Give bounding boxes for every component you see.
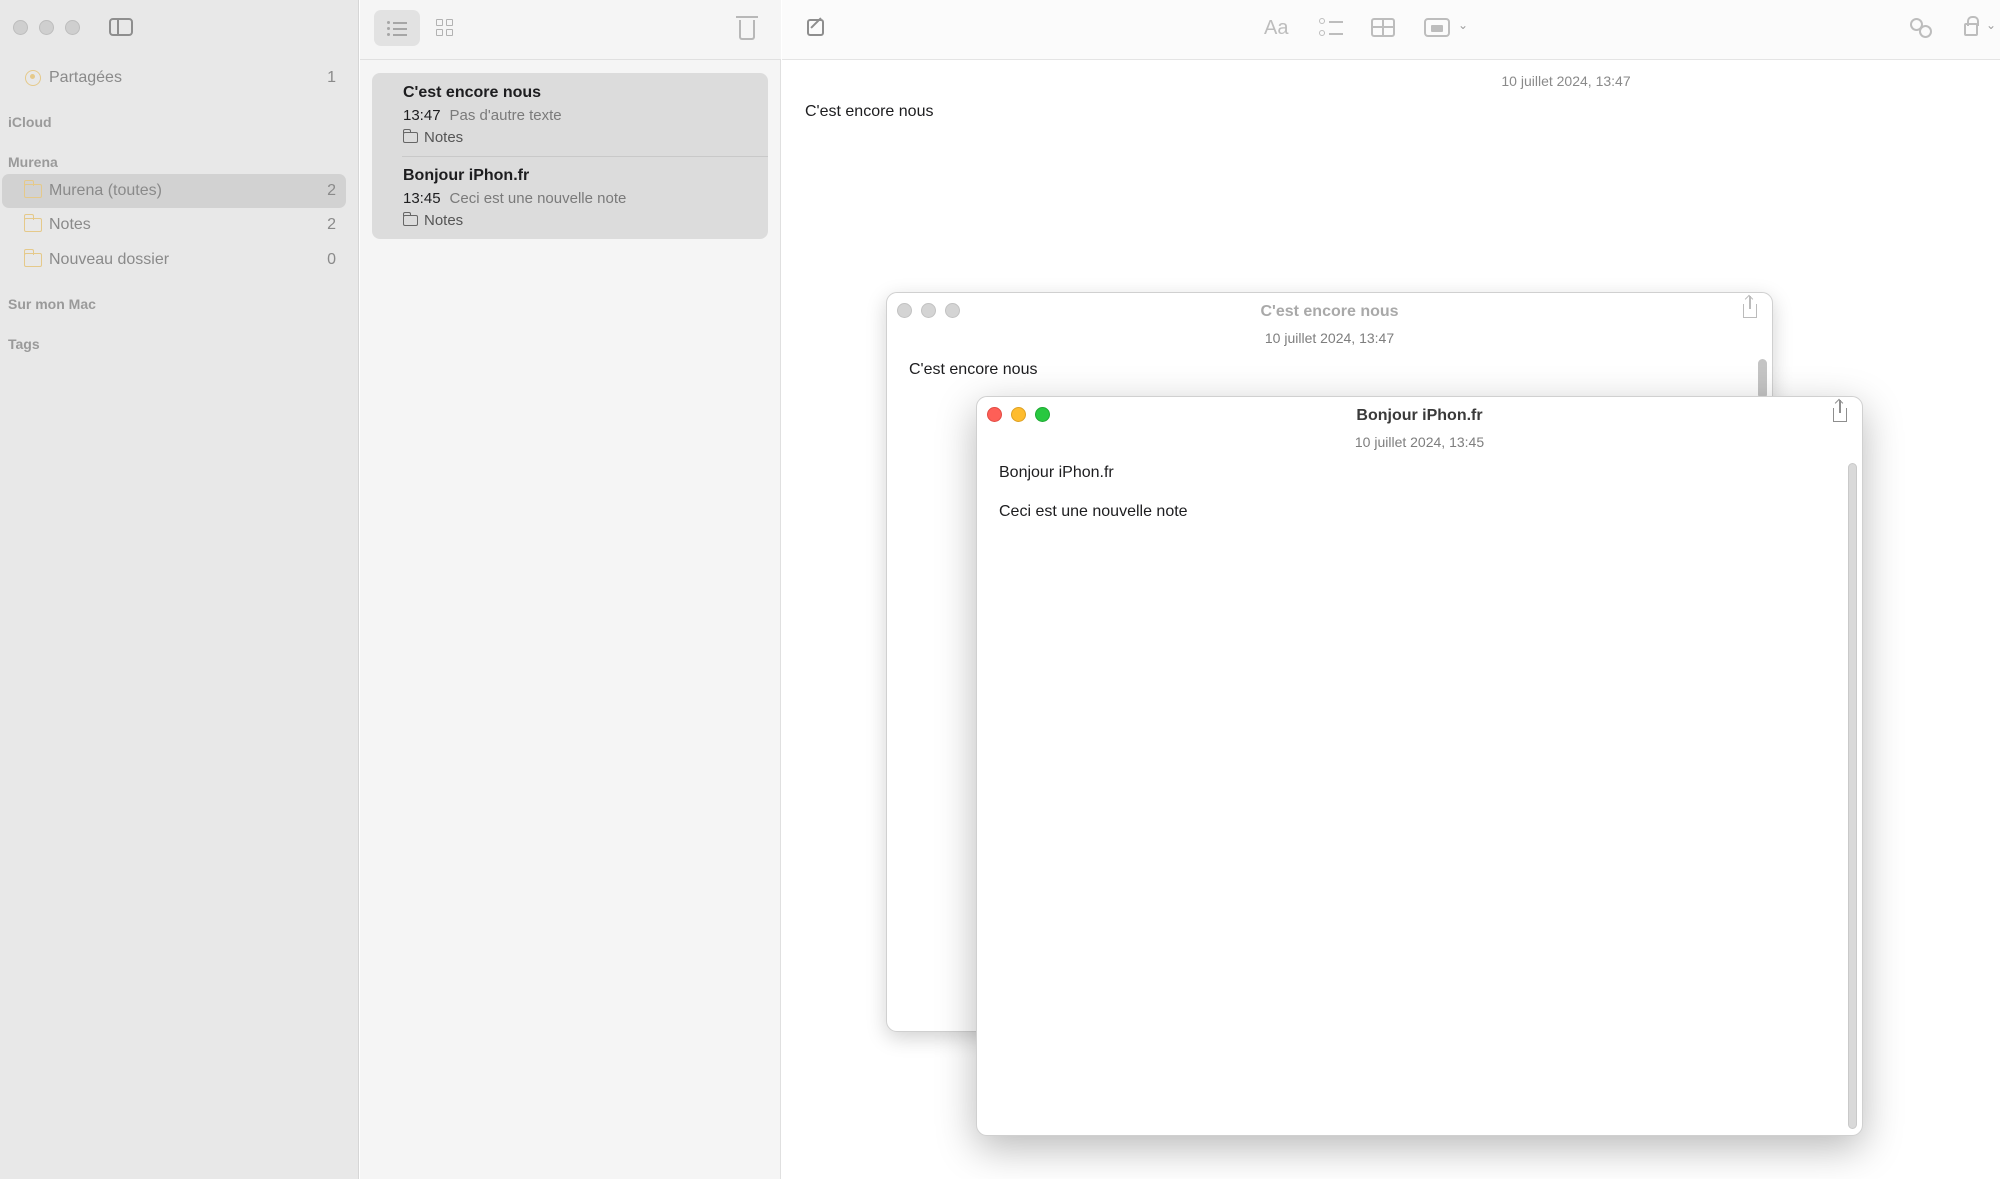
share-icon[interactable] bbox=[1833, 400, 1847, 422]
share-icon[interactable] bbox=[1743, 296, 1757, 318]
folder-icon bbox=[23, 249, 42, 267]
media-icon[interactable] bbox=[1424, 18, 1450, 37]
window-title: Bonjour iPhon.fr bbox=[1356, 407, 1483, 424]
note-list-pane: C'est encore nous 13:47 Pas d'autre texte… bbox=[360, 0, 781, 1179]
list-view-icon bbox=[387, 21, 407, 36]
collaborate-icon[interactable] bbox=[1910, 18, 1934, 40]
chevron-down-icon[interactable]: ⌄ bbox=[1986, 18, 1996, 32]
note-body[interactable]: C'est encore nous bbox=[909, 361, 1037, 379]
note-date: 10 juillet 2024, 13:47 bbox=[1501, 73, 1631, 89]
note-folder-label: Notes bbox=[424, 129, 464, 146]
section-icloud[interactable]: iCloud bbox=[8, 114, 52, 130]
sidebar-item-count: 2 bbox=[327, 182, 336, 199]
folder-icon bbox=[23, 180, 42, 198]
table-icon[interactable] bbox=[1371, 18, 1395, 37]
close-button[interactable] bbox=[13, 20, 28, 35]
sidebar-item-label: Notes bbox=[49, 216, 91, 233]
note-body-line[interactable]: Ceci est une nouvelle note bbox=[999, 503, 1188, 521]
sidebar-toggle-icon[interactable] bbox=[109, 18, 133, 36]
note-preview: Ceci est une nouvelle note bbox=[449, 190, 627, 207]
divider bbox=[402, 156, 768, 157]
format-button[interactable]: Aa bbox=[1264, 17, 1288, 40]
note-meta: 13:47 Pas d'autre texte bbox=[403, 107, 562, 124]
list-toolbar bbox=[360, 0, 781, 60]
gallery-view-icon[interactable] bbox=[436, 19, 454, 37]
sidebar-item-count: 1 bbox=[327, 69, 336, 86]
note-time: 13:45 bbox=[403, 190, 441, 207]
scrollbar[interactable] bbox=[1848, 463, 1857, 1129]
section-murena[interactable]: Murena bbox=[8, 154, 58, 170]
note-body-line[interactable]: Bonjour iPhon.fr bbox=[999, 464, 1114, 482]
sidebar-item-label: Partagées bbox=[49, 69, 122, 86]
note-folder: Notes bbox=[402, 212, 464, 229]
chevron-down-icon[interactable]: ⌄ bbox=[1458, 18, 1468, 32]
folder-icon bbox=[402, 212, 418, 226]
section-on-my-mac[interactable]: Sur mon Mac bbox=[8, 296, 96, 312]
sidebar-item-label: Nouveau dossier bbox=[49, 251, 170, 268]
window-title: C'est encore nous bbox=[1260, 303, 1399, 320]
compose-icon[interactable] bbox=[807, 19, 824, 36]
note-time: 13:47 bbox=[403, 107, 441, 124]
lock-icon[interactable] bbox=[1964, 16, 1979, 36]
note-preview: Pas d'autre texte bbox=[449, 107, 562, 124]
note-window-front[interactable]: Bonjour iPhon.fr 10 juillet 2024, 13:45 … bbox=[976, 396, 1863, 1136]
note-meta: 13:45 Ceci est une nouvelle note bbox=[403, 190, 626, 207]
checklist-icon[interactable] bbox=[1319, 17, 1345, 39]
minimize-button[interactable] bbox=[39, 20, 54, 35]
note-body[interactable]: C'est encore nous bbox=[805, 103, 933, 121]
shared-icon bbox=[25, 70, 41, 86]
sidebar-item-label: Murena (toutes) bbox=[49, 182, 162, 199]
sidebar-item-count: 2 bbox=[327, 216, 336, 233]
section-tags[interactable]: Tags bbox=[8, 336, 40, 352]
note-title: C'est encore nous bbox=[403, 84, 542, 101]
list-view-button[interactable] bbox=[374, 10, 420, 46]
note-folder-label: Notes bbox=[424, 212, 464, 229]
folder-icon bbox=[402, 129, 418, 143]
folder-icon bbox=[23, 214, 42, 232]
note-date: 10 juillet 2024, 13:45 bbox=[1354, 434, 1485, 450]
note-list-item[interactable]: Bonjour iPhon.fr 13:45 Ceci est une nouve… bbox=[372, 156, 768, 239]
main-window-controls bbox=[13, 20, 80, 35]
trash-icon[interactable] bbox=[736, 16, 758, 40]
sidebar-item-shared[interactable]: Partagées 1 bbox=[2, 61, 346, 95]
note-title: Bonjour iPhon.fr bbox=[403, 167, 530, 184]
sidebar-item-murena-all[interactable]: Murena (toutes) 2 bbox=[2, 174, 346, 208]
note-folder: Notes bbox=[402, 129, 464, 146]
sidebar-item-count: 0 bbox=[327, 251, 336, 268]
editor-toolbar: Aa ⌄ ⌄ bbox=[782, 0, 2000, 60]
note-list-item[interactable]: C'est encore nous 13:47 Pas d'autre texte… bbox=[372, 73, 768, 156]
scrollbar[interactable] bbox=[1758, 359, 1767, 399]
sidebar: Partagées 1 iCloud Murena Murena (toutes… bbox=[0, 0, 359, 1179]
note-date: 10 juillet 2024, 13:47 bbox=[1264, 330, 1395, 346]
sidebar-item-new-folder[interactable]: Nouveau dossier 0 bbox=[2, 243, 346, 277]
sidebar-item-notes[interactable]: Notes 2 bbox=[2, 208, 346, 242]
zoom-button[interactable] bbox=[65, 20, 80, 35]
